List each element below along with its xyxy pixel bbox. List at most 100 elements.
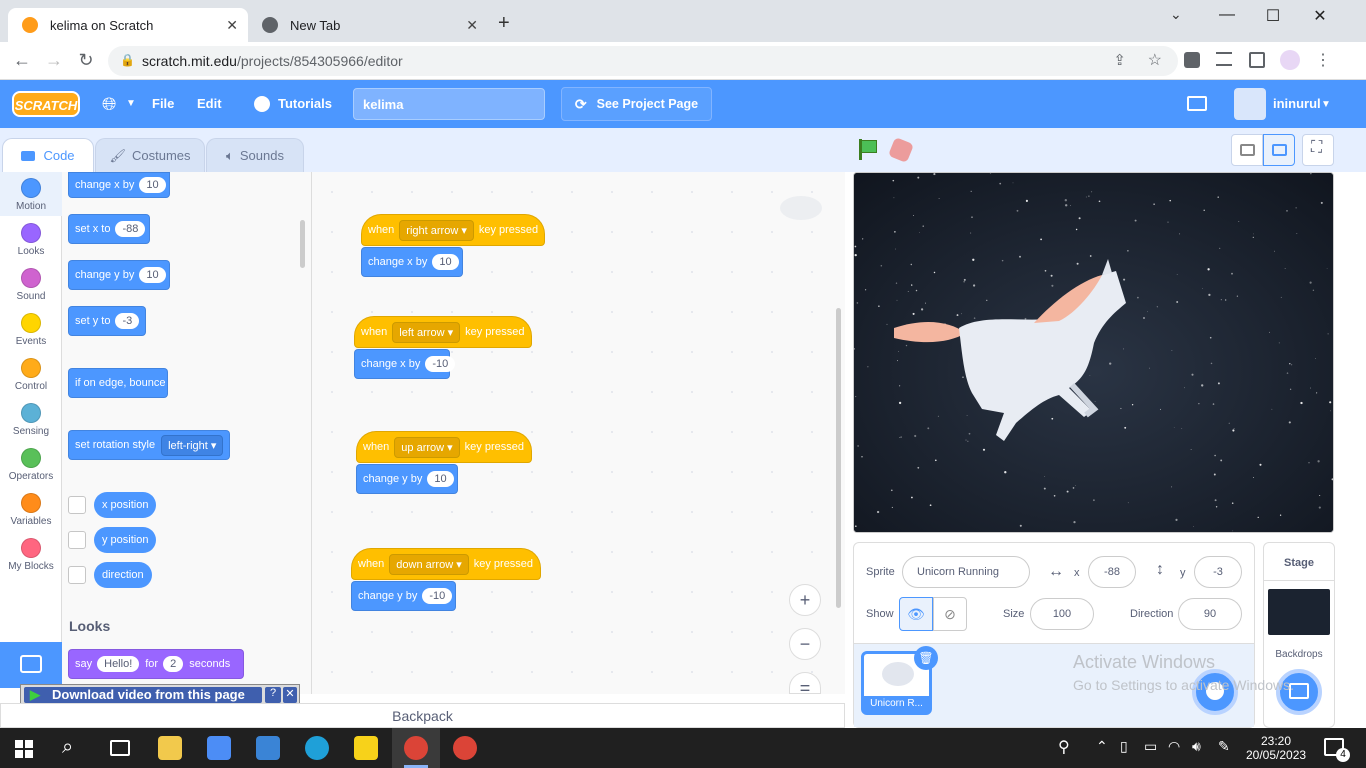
block-input[interactable]: -88 xyxy=(115,221,146,237)
block-input[interactable]: 2 xyxy=(163,656,184,672)
palette-scrollbar[interactable] xyxy=(300,220,305,268)
close-tab-icon[interactable]: ✕ xyxy=(466,17,478,34)
forward-arrow-icon[interactable]: → xyxy=(42,50,66,71)
file-menu[interactable]: File xyxy=(152,96,174,111)
block-set-x[interactable]: set x to -88 xyxy=(68,214,150,244)
extensions-icon[interactable] xyxy=(1184,52,1200,68)
key-dropdown[interactable]: left arrow ▾ xyxy=(392,321,461,343)
when-key-pressed-block[interactable]: when left arrow ▾ key pressed xyxy=(354,316,532,348)
checkbox-direction[interactable] xyxy=(68,566,86,584)
people-icon[interactable]: ⚲ xyxy=(1058,737,1070,757)
size-input[interactable]: 100 xyxy=(1030,598,1094,630)
side-panel-icon[interactable] xyxy=(1249,52,1265,68)
clock[interactable]: 23:20 20/05/2023 xyxy=(1246,734,1306,762)
category-sound[interactable]: Sound xyxy=(0,268,62,302)
rotation-dropdown[interactable]: left-right ▾ xyxy=(161,434,224,456)
when-key-pressed-block[interactable]: when right arrow ▾ key pressed xyxy=(361,214,545,246)
category-looks[interactable]: Looks xyxy=(0,223,62,257)
close-window-button[interactable]: ✕ xyxy=(1297,6,1343,26)
scratch-logo[interactable]: SCRATCH xyxy=(12,91,80,117)
fullscreen-button[interactable]: ⛶ xyxy=(1302,134,1334,166)
reporter-direction[interactable]: direction xyxy=(94,562,152,588)
block-input[interactable]: 10 xyxy=(427,471,454,487)
download-video-button[interactable]: ▶ Download video from this page xyxy=(24,687,262,703)
wifi-icon[interactable]: ◠ xyxy=(1168,738,1180,755)
minimize-button[interactable]: — xyxy=(1204,6,1250,24)
block-input[interactable]: Hello! xyxy=(97,656,140,672)
mail-icon[interactable] xyxy=(256,736,280,760)
tab-search-chevron-icon[interactable]: ⌄ xyxy=(1170,6,1182,23)
motion-action-block[interactable]: change y by 10 xyxy=(356,464,458,494)
delete-sprite-trash-icon[interactable]: 🗑︎ xyxy=(914,646,938,670)
new-tab-button[interactable]: + xyxy=(498,12,510,35)
username-menu[interactable]: ininurul xyxy=(1273,96,1321,111)
browser-menu-icon[interactable]: ⋮ xyxy=(1315,50,1331,70)
block-input[interactable]: 10 xyxy=(432,254,459,270)
volume-icon[interactable]: 🔊︎ xyxy=(1192,738,1201,755)
bookmark-star-icon[interactable]: ☆ xyxy=(1148,50,1162,70)
category-sensing[interactable]: Sensing xyxy=(0,403,62,437)
zoom-in-icon[interactable]: + xyxy=(789,584,821,616)
windows-start-icon[interactable] xyxy=(15,740,33,758)
help-icon[interactable]: ? xyxy=(265,687,281,703)
block-say-for-seconds[interactable]: say Hello! for 2 seconds xyxy=(68,649,244,679)
network-icon[interactable]: ▯ xyxy=(1120,738,1128,755)
workspace-scrollbar[interactable] xyxy=(836,308,841,608)
motion-action-block[interactable]: change x by 10 xyxy=(361,247,463,277)
back-arrow-icon[interactable]: ← xyxy=(10,50,34,71)
sticky-notes-icon[interactable] xyxy=(354,736,378,760)
file-explorer-icon[interactable] xyxy=(158,736,182,760)
tab-sounds[interactable]: 🔈︎ Sounds xyxy=(206,138,304,172)
reload-icon[interactable]: ↻ xyxy=(74,50,98,71)
close-icon[interactable]: ✕ xyxy=(283,687,297,703)
pen-icon[interactable]: ✎ xyxy=(1218,738,1230,755)
project-title-input[interactable]: kelima xyxy=(353,88,545,120)
large-stage-button[interactable] xyxy=(1263,134,1295,166)
direction-input[interactable]: 90 xyxy=(1178,598,1242,630)
block-input[interactable]: -10 xyxy=(425,356,456,372)
checkbox-x-position[interactable] xyxy=(68,496,86,514)
close-tab-icon[interactable]: ✕ xyxy=(226,17,238,34)
browser-tab-newtab[interactable]: New Tab ✕ xyxy=(248,8,488,42)
language-globe-icon[interactable]: 🌐︎ xyxy=(102,94,116,115)
sprite-name-input[interactable]: Unicorn Running xyxy=(902,556,1030,588)
block-input[interactable]: 10 xyxy=(139,177,166,193)
category-my-blocks[interactable]: My Blocks xyxy=(0,538,62,572)
key-dropdown[interactable]: down arrow ▾ xyxy=(389,553,469,575)
show-sprite-eye-icon[interactable]: 👁︎ xyxy=(899,597,933,631)
tab-code[interactable]: Code xyxy=(2,138,94,172)
add-extension-button[interactable] xyxy=(0,642,62,688)
tutorials-menu[interactable]: Tutorials xyxy=(278,96,332,111)
reporter-y-position[interactable]: y position xyxy=(94,527,157,553)
block-bounce[interactable]: if on edge, bounce xyxy=(68,368,168,398)
small-stage-button[interactable] xyxy=(1231,134,1263,166)
motion-action-block[interactable]: change y by -10 xyxy=(351,581,456,611)
y-position-input[interactable]: -3 xyxy=(1194,556,1242,588)
motion-action-block[interactable]: change x by -10 xyxy=(354,349,456,379)
share-icon[interactable]: ⇪ xyxy=(1113,51,1126,69)
category-events[interactable]: Events xyxy=(0,313,62,347)
user-avatar[interactable] xyxy=(1234,88,1266,120)
block-input[interactable]: 10 xyxy=(139,267,166,283)
task-view-icon[interactable] xyxy=(110,740,130,756)
see-project-page-button[interactable]: ⟳ See Project Page xyxy=(561,87,712,121)
when-key-pressed-block[interactable]: when down arrow ▾ key pressed xyxy=(351,548,541,580)
chrome-icon[interactable] xyxy=(404,736,428,760)
chevron-down-icon[interactable]: ▼ xyxy=(1321,99,1331,110)
block-set-y[interactable]: set y to -3 xyxy=(68,306,146,336)
category-operators[interactable]: Operators xyxy=(0,448,62,482)
address-bar[interactable]: 🔒 scratch.mit.edu/projects/854305966/edi… xyxy=(108,46,1178,76)
search-icon[interactable]: ⌕ xyxy=(62,736,73,759)
reporter-x-position[interactable]: x position xyxy=(94,492,157,518)
hide-sprite-eye-slash-icon[interactable]: ⊘ xyxy=(933,597,967,631)
x-position-input[interactable]: -88 xyxy=(1088,556,1136,588)
when-key-pressed-block[interactable]: when up arrow ▾ key pressed xyxy=(356,431,532,463)
zoom-out-icon[interactable]: − xyxy=(789,628,821,660)
key-dropdown[interactable]: right arrow ▾ xyxy=(399,219,474,241)
block-change-y[interactable]: change y by 10 xyxy=(68,260,170,290)
chrome-icon[interactable] xyxy=(453,736,477,760)
chevron-down-icon[interactable]: ▼ xyxy=(126,98,136,109)
checkbox-y-position[interactable] xyxy=(68,531,86,549)
block-input[interactable]: -3 xyxy=(115,313,140,329)
block-change-x[interactable]: change x by 10 xyxy=(68,172,170,198)
